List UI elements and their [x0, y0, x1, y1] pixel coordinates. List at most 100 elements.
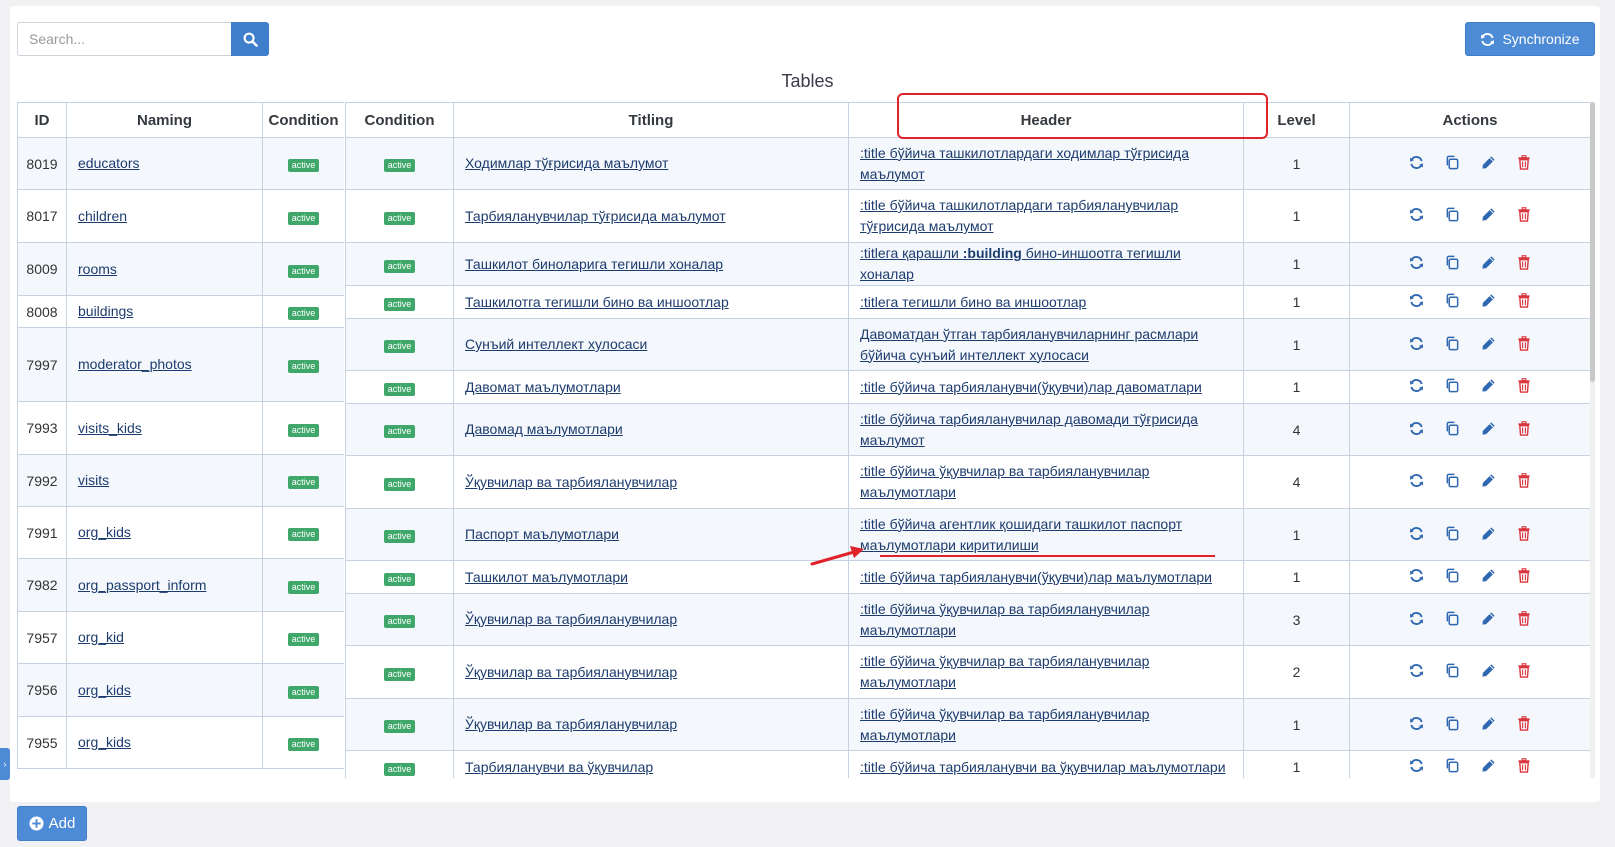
naming-link[interactable]: org_passport_inform: [78, 577, 206, 593]
delete-button[interactable]: [1515, 207, 1533, 225]
header-link[interactable]: :title бўйича тарбияланувчи(ўқувчи)лар м…: [860, 569, 1212, 585]
naming-link[interactable]: org_kids: [78, 524, 131, 540]
column-header-naming[interactable]: Naming: [66, 102, 263, 138]
naming-link[interactable]: visits: [78, 472, 109, 488]
titling-link[interactable]: Ходимлар тўғрисида маълумот: [465, 155, 668, 171]
header-link[interactable]: :title бўйича агентлик қошидаги ташкилот…: [860, 516, 1182, 553]
naming-link[interactable]: visits_kids: [78, 420, 142, 436]
header-link[interactable]: :title бўйича тарбияланувчи ва ўқувчилар…: [860, 759, 1226, 775]
delete-button[interactable]: [1515, 154, 1533, 173]
titling-link[interactable]: Ташкилотга тегишли бино ва иншоотлар: [465, 294, 729, 310]
refresh-button[interactable]: [1407, 378, 1425, 396]
refresh-button[interactable]: [1407, 336, 1425, 354]
delete-button[interactable]: [1515, 568, 1533, 586]
copy-button[interactable]: [1443, 293, 1461, 311]
delete-button[interactable]: [1515, 610, 1533, 629]
copy-button[interactable]: [1443, 526, 1461, 544]
naming-link[interactable]: educators: [78, 155, 139, 171]
edit-button[interactable]: [1479, 473, 1497, 491]
copy-button[interactable]: [1443, 758, 1461, 776]
refresh-button[interactable]: [1407, 663, 1425, 681]
edit-button[interactable]: [1479, 526, 1497, 544]
naming-link[interactable]: children: [78, 208, 127, 224]
add-button[interactable]: Add: [17, 806, 87, 841]
titling-link[interactable]: Давомад маълумотлари: [465, 421, 623, 437]
edit-button[interactable]: [1479, 255, 1497, 273]
copy-button[interactable]: [1443, 611, 1461, 629]
titling-link[interactable]: Ташкилот биноларига тегишли хоналар: [465, 256, 723, 272]
titling-link[interactable]: Сунъий интеллект хулосаси: [465, 336, 647, 352]
delete-button[interactable]: [1515, 420, 1533, 439]
refresh-button[interactable]: [1407, 293, 1425, 311]
copy-button[interactable]: [1443, 378, 1461, 396]
naming-link[interactable]: org_kids: [78, 682, 131, 698]
edit-button[interactable]: [1479, 378, 1497, 396]
refresh-button[interactable]: [1407, 758, 1425, 776]
synchronize-button[interactable]: Synchronize: [1465, 22, 1595, 56]
copy-button[interactable]: [1443, 155, 1461, 173]
refresh-button[interactable]: [1407, 568, 1425, 586]
naming-link[interactable]: moderator_photos: [78, 356, 192, 372]
edit-button[interactable]: [1479, 421, 1497, 439]
header-link[interactable]: :title бўйича ўқувчилар ва тарбияланувчи…: [860, 706, 1149, 743]
header-link[interactable]: :title бўйича тарбияланувчи(ўқувчи)лар д…: [860, 379, 1202, 395]
delete-button[interactable]: [1515, 663, 1533, 681]
naming-link[interactable]: buildings: [78, 303, 133, 319]
edit-button[interactable]: [1479, 663, 1497, 681]
edit-button[interactable]: [1479, 568, 1497, 586]
delete-button[interactable]: [1515, 335, 1533, 354]
header-link[interactable]: :title бўйича ташкилотлардаги ходимлар т…: [860, 145, 1189, 182]
naming-link[interactable]: rooms: [78, 261, 117, 277]
refresh-button[interactable]: [1407, 421, 1425, 439]
copy-button[interactable]: [1443, 336, 1461, 354]
copy-button[interactable]: [1443, 716, 1461, 734]
titling-link[interactable]: Ташкилот маълумотлари: [465, 569, 628, 585]
edit-button[interactable]: [1479, 207, 1497, 225]
titling-link[interactable]: Ўқувчилар ва тарбияланувчилар: [465, 664, 677, 680]
delete-button[interactable]: [1515, 758, 1533, 776]
refresh-button[interactable]: [1407, 255, 1425, 273]
edit-button[interactable]: [1479, 611, 1497, 629]
titling-link[interactable]: Ўқувчилар ва тарбияланувчилар: [465, 474, 677, 490]
copy-button[interactable]: [1443, 473, 1461, 491]
header-link[interactable]: :titleга қарашли :building бино-иншоотга…: [860, 245, 1181, 282]
column-header-condition[interactable]: Condition: [345, 102, 454, 138]
edit-button[interactable]: [1479, 716, 1497, 734]
header-link[interactable]: :title бўйича ўқувчилар ва тарбияланувчи…: [860, 601, 1149, 638]
refresh-button[interactable]: [1407, 526, 1425, 544]
copy-button[interactable]: [1443, 207, 1461, 225]
refresh-button[interactable]: [1407, 207, 1425, 225]
copy-button[interactable]: [1443, 663, 1461, 681]
header-link[interactable]: :title бўйича тарбияланувчилар давомади …: [860, 411, 1198, 448]
edit-button[interactable]: [1479, 758, 1497, 776]
column-header-condition[interactable]: Condition: [262, 102, 344, 138]
sidebar-toggle[interactable]: ›: [0, 748, 10, 780]
header-link[interactable]: Давоматдан ўтган тарбияланувчиларнинг ра…: [860, 326, 1198, 363]
titling-link[interactable]: Паспорт маълумотлари: [465, 526, 619, 542]
naming-link[interactable]: org_kid: [78, 629, 124, 645]
refresh-button[interactable]: [1407, 473, 1425, 491]
delete-button[interactable]: [1515, 525, 1533, 544]
column-header-id[interactable]: ID: [17, 102, 67, 138]
column-header-actions[interactable]: Actions: [1349, 102, 1590, 138]
titling-link[interactable]: Тарбияланувчилар тўғрисида маълумот: [465, 208, 726, 224]
column-header-titling[interactable]: Titling: [453, 102, 849, 138]
titling-link[interactable]: Тарбияланувчи ва ўқувчилар: [465, 759, 653, 775]
delete-button[interactable]: [1515, 255, 1533, 273]
refresh-button[interactable]: [1407, 155, 1425, 173]
search-button[interactable]: [231, 22, 269, 56]
edit-button[interactable]: [1479, 336, 1497, 354]
naming-link[interactable]: org_kids: [78, 734, 131, 750]
table-scrollbar-thumb[interactable]: [1590, 102, 1595, 382]
header-link[interactable]: :title бўйича ўқувчилар ва тарбияланувчи…: [860, 653, 1149, 690]
search-input[interactable]: [17, 22, 231, 56]
copy-button[interactable]: [1443, 568, 1461, 586]
refresh-button[interactable]: [1407, 716, 1425, 734]
edit-button[interactable]: [1479, 293, 1497, 311]
delete-button[interactable]: [1515, 473, 1533, 491]
header-link[interactable]: :title бўйича ўқувчилар ва тарбияланувчи…: [860, 463, 1149, 500]
titling-link[interactable]: Ўқувчилар ва тарбияланувчилар: [465, 611, 677, 627]
header-link[interactable]: :titleга тегишли бино ва иншоотлар: [860, 294, 1086, 310]
delete-button[interactable]: [1515, 715, 1533, 734]
copy-button[interactable]: [1443, 421, 1461, 439]
